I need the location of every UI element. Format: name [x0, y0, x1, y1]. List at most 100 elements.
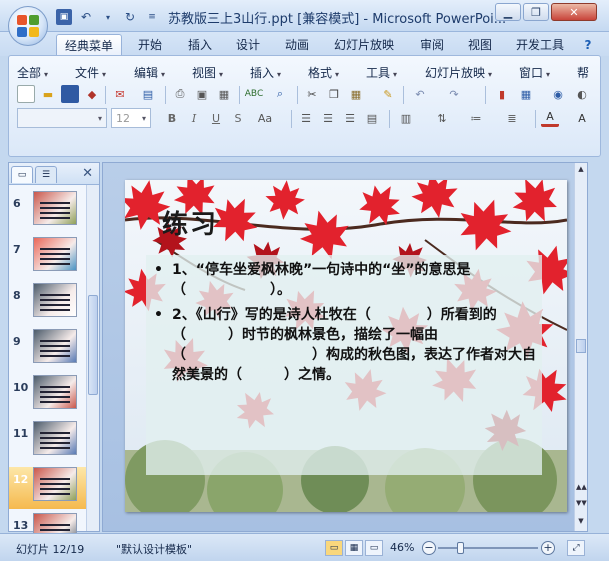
zoom-slider[interactable] [438, 542, 538, 554]
theme-name[interactable]: "默认设计模板" [116, 541, 192, 557]
grow-font-icon[interactable]: A [573, 109, 591, 127]
slide-title[interactable]: 练习 [162, 204, 218, 241]
slide-sorter-icon[interactable]: ▦ [345, 540, 363, 556]
slide-thumbnail-row[interactable]: 11 [9, 421, 87, 463]
dropdown-arrow-icon[interactable]: ▾ [100, 9, 116, 25]
customize-toolbar-icon[interactable]: ≡ [144, 9, 160, 25]
menu-view[interactable]: 视图 ▾ [192, 64, 223, 81]
normal-view-icon[interactable]: ▭ [325, 540, 343, 556]
undo-icon[interactable]: ↶ [411, 85, 429, 103]
tab-slideshow[interactable]: 幻灯片放映 [326, 34, 402, 56]
copy-icon[interactable]: ❐ [325, 85, 343, 103]
zoom-level[interactable]: 46% [390, 541, 414, 554]
scrollbar-thumb[interactable] [576, 339, 586, 353]
bold-button[interactable]: B [163, 109, 181, 127]
current-slide[interactable]: 练习 1、“停车坐爱枫林晚”一句诗中的“坐”的意思是（ ）。 2、《山行》写的是… [125, 180, 567, 512]
slide-scrollbar[interactable]: ▲ ▲▲ ▼▼ ▼ [574, 163, 587, 531]
tab-home[interactable]: 开始 [130, 34, 170, 56]
close-button[interactable]: ✕ [551, 3, 597, 21]
office-button[interactable] [8, 6, 48, 46]
close-pane-icon[interactable]: ✕ [82, 166, 93, 181]
slide-thumbnail[interactable] [33, 237, 77, 271]
publish-icon[interactable]: ▤ [139, 85, 157, 103]
align-center-icon[interactable]: ☰ [319, 109, 337, 127]
slides-tab-icon[interactable]: ▭ [11, 166, 33, 183]
italic-button[interactable]: I [185, 109, 203, 127]
redo-icon[interactable]: ↷ [445, 85, 463, 103]
slide-text-box[interactable]: 1、“停车坐爱枫林晚”一句诗中的“坐”的意思是（ ）。 2、《山行》写的是诗人杜… [146, 255, 542, 475]
zoom-slider-handle[interactable] [457, 542, 464, 554]
font-name-combo[interactable]: ▾ [17, 108, 107, 128]
tab-review[interactable]: 审阅 [412, 34, 452, 56]
slide-thumbnail[interactable] [33, 283, 77, 317]
columns-icon[interactable]: ▥ [397, 109, 415, 127]
color-grayscale-icon[interactable]: ◐ [573, 85, 591, 103]
email-icon[interactable]: ✉ [111, 85, 129, 103]
tab-developer[interactable]: 开发工具 [508, 34, 572, 56]
grid-icon[interactable]: ▦ [215, 85, 233, 103]
font-size-combo[interactable]: 12 ▾ [111, 108, 151, 128]
menu-insert[interactable]: 插入 ▾ [250, 64, 281, 81]
open-folder-icon[interactable]: ▬ [39, 85, 57, 103]
help-icon[interactable]: ? [578, 34, 598, 56]
tab-insert[interactable]: 插入 [180, 34, 220, 56]
print-icon[interactable]: ⎙ [171, 85, 189, 103]
slide-thumbnail[interactable] [33, 375, 77, 409]
slide-thumbnail-row[interactable]: 6 [9, 191, 87, 233]
justify-icon[interactable]: ▤ [363, 109, 381, 127]
align-left-icon[interactable]: ☰ [297, 109, 315, 127]
next-slide-icon[interactable]: ▼▼ [576, 499, 587, 511]
research-icon[interactable]: ⌕ [271, 85, 289, 103]
zoom-out-icon[interactable]: − [422, 541, 436, 555]
slideshow-view-icon[interactable]: ▭ [365, 540, 383, 556]
slide-thumbnail[interactable] [33, 329, 77, 363]
numbering-icon[interactable]: ≣ [503, 109, 521, 127]
insert-chart-icon[interactable]: ▮ [493, 85, 511, 103]
slide-thumbnail[interactable] [33, 421, 77, 455]
menu-slideshow[interactable]: 幻灯片放映 ▾ [425, 64, 492, 81]
menu-file[interactable]: 文件 ▾ [75, 64, 106, 81]
menu-help[interactable]: 帮 [577, 64, 589, 81]
new-document-icon[interactable] [17, 85, 35, 103]
restore-button[interactable]: ❐ [523, 3, 549, 21]
scroll-up-icon[interactable]: ▲ [576, 165, 586, 177]
save-icon[interactable]: ▣ [56, 9, 72, 25]
scrollbar-thumb[interactable] [88, 295, 98, 395]
menu-all[interactable]: 全部 ▾ [17, 64, 48, 81]
tab-view[interactable]: 视图 [460, 34, 500, 56]
shadow-button[interactable]: S [229, 109, 247, 127]
font-color-icon[interactable]: A [541, 109, 559, 127]
outline-tab-icon[interactable]: ☰ [35, 166, 57, 183]
slide-thumbnail-row[interactable]: 10 [9, 375, 87, 417]
menu-tools[interactable]: 工具 ▾ [366, 64, 397, 81]
minimize-button[interactable]: ▁ [495, 3, 521, 21]
insert-table-icon[interactable]: ▦ [517, 85, 535, 103]
spelling-icon[interactable]: ABC [245, 85, 263, 103]
menu-edit[interactable]: 编辑 ▾ [134, 64, 165, 81]
slide-thumbnail[interactable] [33, 191, 77, 225]
format-painter-icon[interactable]: ✎ [379, 85, 397, 103]
bullets-icon[interactable]: ≔ [467, 109, 485, 127]
permission-icon[interactable]: ◆ [83, 85, 101, 103]
previous-slide-icon[interactable]: ▲▲ [576, 483, 587, 495]
menu-window[interactable]: 窗口 ▾ [519, 64, 550, 81]
fit-to-window-icon[interactable]: ⤢ [567, 540, 585, 556]
slide-thumbnail-row[interactable]: 7 [9, 237, 87, 279]
print-preview-icon[interactable]: ▣ [193, 85, 211, 103]
menu-format[interactable]: 格式 ▾ [308, 64, 339, 81]
change-case-button[interactable]: Aa [253, 109, 277, 127]
tab-design[interactable]: 设计 [228, 34, 268, 56]
save-icon[interactable] [61, 85, 79, 103]
cut-icon[interactable]: ✂ [303, 85, 321, 103]
slide-thumbnail-row[interactable]: 12 [9, 467, 87, 509]
slide-thumbnail[interactable] [33, 467, 77, 501]
hyperlink-icon[interactable]: ◉ [549, 85, 567, 103]
align-right-icon[interactable]: ☰ [341, 109, 359, 127]
slides-pane-scrollbar[interactable] [86, 185, 99, 531]
tab-animation[interactable]: 动画 [277, 34, 317, 56]
scroll-down-icon[interactable]: ▼ [576, 517, 586, 529]
text-direction-icon[interactable]: ⇅ [433, 109, 451, 127]
slide-thumbnail-row[interactable]: 9 [9, 329, 87, 371]
redo-icon[interactable]: ↻ [122, 9, 138, 25]
zoom-in-icon[interactable]: + [541, 541, 555, 555]
